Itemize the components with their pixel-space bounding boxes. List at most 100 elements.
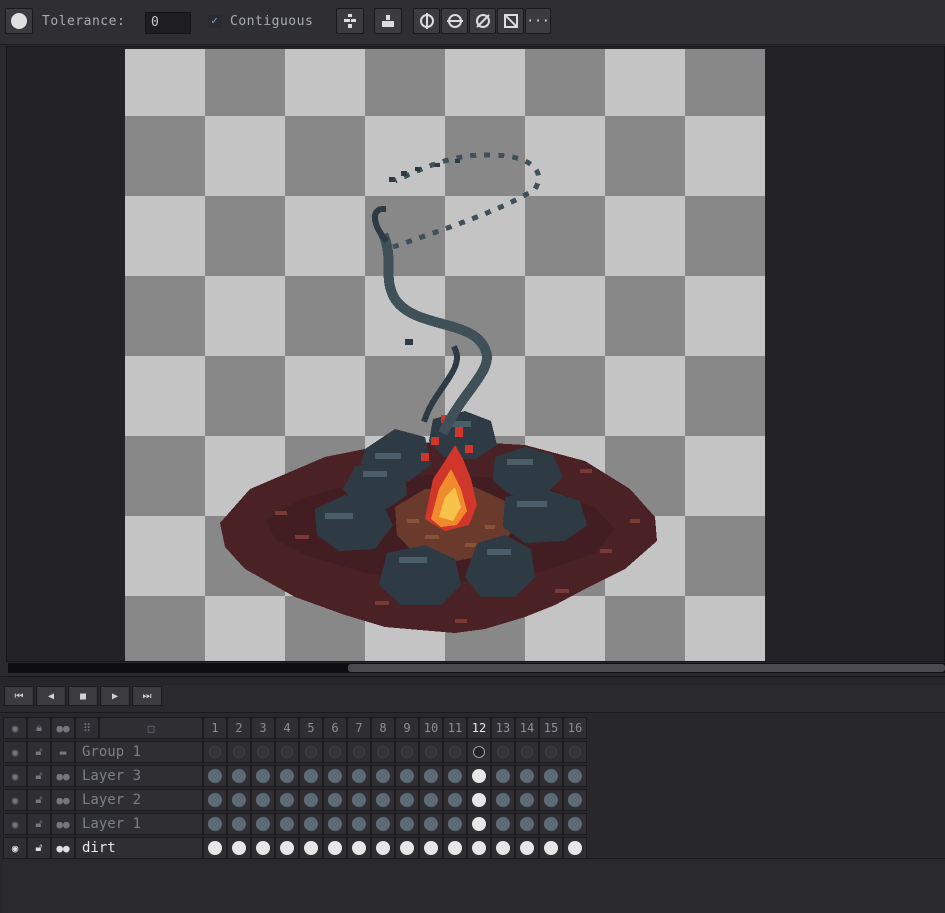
scrollbar-thumb[interactable] — [348, 664, 945, 672]
cel[interactable] — [299, 789, 323, 811]
cel[interactable] — [203, 741, 227, 763]
cel[interactable] — [347, 813, 371, 835]
cel[interactable] — [539, 813, 563, 835]
cel[interactable] — [323, 813, 347, 835]
cel[interactable] — [203, 837, 227, 859]
cel[interactable] — [323, 837, 347, 859]
stop-button[interactable]: ■ — [68, 686, 98, 706]
layer-continuous-toggle[interactable]: ●● — [51, 813, 75, 835]
frame-header-9[interactable]: 9 — [395, 717, 419, 739]
cel[interactable] — [347, 789, 371, 811]
frame-header-16[interactable]: 16 — [563, 717, 587, 739]
cel[interactable] — [275, 813, 299, 835]
bucket-mode-button[interactable] — [374, 8, 402, 34]
cel[interactable] — [395, 837, 419, 859]
toggle-all-visibility-button[interactable]: ◉ — [3, 717, 27, 739]
cel[interactable] — [563, 789, 587, 811]
cel[interactable] — [371, 789, 395, 811]
cel[interactable] — [491, 813, 515, 835]
more-options-button[interactable]: ··· — [525, 8, 551, 34]
frame-header-15[interactable]: 15 — [539, 717, 563, 739]
layer-lock-toggle[interactable]: 🔓︎ — [27, 789, 51, 811]
cel[interactable] — [443, 789, 467, 811]
last-frame-button[interactable]: ⏭ — [132, 686, 162, 706]
cel[interactable] — [395, 789, 419, 811]
cel[interactable] — [515, 837, 539, 859]
timeline-empty-area[interactable] — [3, 858, 945, 913]
contiguous-checkbox[interactable]: ✓ — [208, 15, 221, 28]
layer-name[interactable]: Layer 2 — [75, 789, 203, 811]
layer-tree-button[interactable]: ⠿ — [75, 717, 99, 739]
toggle-all-continuous-button[interactable]: ●● — [51, 717, 75, 739]
cel[interactable] — [419, 789, 443, 811]
cel[interactable] — [395, 813, 419, 835]
cel[interactable] — [563, 741, 587, 763]
cel[interactable] — [467, 765, 491, 787]
cel[interactable] — [227, 765, 251, 787]
cel[interactable] — [371, 765, 395, 787]
cel[interactable] — [515, 741, 539, 763]
cel[interactable] — [491, 837, 515, 859]
panel-separator[interactable] — [0, 676, 945, 685]
layer-visibility-toggle[interactable]: ◉ — [3, 741, 27, 763]
frame-header-3[interactable]: 3 — [251, 717, 275, 739]
layer-visibility-toggle[interactable]: ◉ — [3, 837, 27, 859]
cel[interactable] — [515, 813, 539, 835]
cel[interactable] — [419, 765, 443, 787]
frame-header-2[interactable]: 2 — [227, 717, 251, 739]
cel[interactable] — [299, 765, 323, 787]
layer-lock-toggle[interactable]: 🔓︎ — [27, 741, 51, 763]
frame-header-4[interactable]: 4 — [275, 717, 299, 739]
cel[interactable] — [203, 789, 227, 811]
cel[interactable] — [347, 741, 371, 763]
layer-visibility-toggle[interactable]: ◉ — [3, 765, 27, 787]
frame-header-13[interactable]: 13 — [491, 717, 515, 739]
cel[interactable] — [467, 837, 491, 859]
pixel-perfect-button[interactable] — [413, 8, 440, 34]
layer-continuous-toggle[interactable]: ●● — [51, 837, 75, 859]
layer-lock-toggle[interactable]: 🔓︎ — [27, 837, 51, 859]
cel[interactable] — [491, 789, 515, 811]
cel[interactable] — [515, 789, 539, 811]
frame-header-8[interactable]: 8 — [371, 717, 395, 739]
cel[interactable] — [227, 741, 251, 763]
frame-header-11[interactable]: 11 — [443, 717, 467, 739]
layer-name[interactable]: Group 1 — [75, 741, 203, 763]
cel[interactable] — [251, 837, 275, 859]
cel[interactable] — [563, 765, 587, 787]
cel[interactable] — [347, 837, 371, 859]
cel[interactable] — [563, 813, 587, 835]
cel[interactable] — [443, 765, 467, 787]
canvas-viewport[interactable] — [6, 46, 945, 662]
horizontal-scrollbar[interactable] — [8, 663, 945, 673]
layer-visibility-toggle[interactable]: ◉ — [3, 813, 27, 835]
frame-header-6[interactable]: 6 — [323, 717, 347, 739]
frame-header-14[interactable]: 14 — [515, 717, 539, 739]
cel[interactable] — [539, 765, 563, 787]
cel[interactable] — [563, 837, 587, 859]
cel[interactable] — [491, 765, 515, 787]
cel[interactable] — [227, 837, 251, 859]
cel[interactable] — [371, 837, 395, 859]
cel[interactable] — [251, 813, 275, 835]
cel[interactable] — [227, 813, 251, 835]
layer-name[interactable]: Layer 1 — [75, 813, 203, 835]
frame-header-10[interactable]: 10 — [419, 717, 443, 739]
cel[interactable] — [539, 741, 563, 763]
cel[interactable] — [203, 765, 227, 787]
brush-shape-button[interactable] — [5, 8, 33, 34]
layer-name[interactable]: Layer 3 — [75, 765, 203, 787]
cross-symmetry-button[interactable] — [497, 8, 524, 34]
cel[interactable] — [419, 837, 443, 859]
layer-name[interactable]: dirt — [75, 837, 203, 859]
cel[interactable] — [443, 837, 467, 859]
toggle-all-lock-button[interactable]: 🔒︎ — [27, 717, 51, 739]
cel[interactable] — [371, 741, 395, 763]
tolerance-input[interactable]: 0 — [145, 12, 191, 34]
cel[interactable] — [323, 741, 347, 763]
cel[interactable] — [323, 765, 347, 787]
layer-visibility-toggle[interactable]: ◉ — [3, 789, 27, 811]
sprite-canvas[interactable] — [125, 49, 765, 661]
diagonal-symmetry-button[interactable] — [469, 8, 496, 34]
cel[interactable] — [275, 789, 299, 811]
